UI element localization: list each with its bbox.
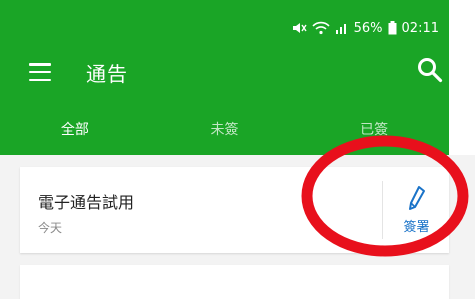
sign-button[interactable]: 簽署: [384, 181, 449, 239]
tab-unsigned[interactable]: 未簽: [150, 113, 300, 147]
signal-icon: [335, 21, 349, 35]
notice-card-partial: [20, 265, 449, 299]
page-title: 通告: [86, 62, 128, 86]
notice-card[interactable]: 電子通告試用 今天 簽署: [20, 167, 449, 253]
card-divider: [382, 181, 383, 239]
notice-date: 今天: [38, 221, 63, 235]
mute-icon: [291, 21, 307, 35]
wifi-icon: [312, 21, 330, 35]
search-icon[interactable]: [414, 54, 446, 86]
status-time: 02:11: [401, 20, 439, 36]
app-screen: 56% 02:11 通告 全部 未簽 已簽 電子通告試用 今天 簽署: [0, 0, 475, 299]
battery-percent: 56%: [353, 20, 383, 36]
tab-bar: 全部 未簽 已簽: [0, 113, 449, 147]
battery-icon: [388, 21, 397, 35]
status-bar: 56% 02:11: [291, 18, 439, 38]
menu-line: [29, 70, 51, 74]
notice-list: 電子通告試用 今天 簽署: [0, 155, 475, 299]
menu-line: [29, 63, 51, 66]
menu-line: [29, 78, 51, 81]
menu-icon[interactable]: [28, 60, 52, 84]
tab-all[interactable]: 全部: [0, 113, 150, 147]
app-bar: 56% 02:11 通告 全部 未簽 已簽: [0, 0, 449, 155]
notice-title: 電子通告試用: [38, 193, 135, 212]
tab-signed[interactable]: 已簽: [299, 113, 449, 147]
sign-button-label: 簽署: [403, 220, 430, 235]
pen-icon: [409, 186, 425, 210]
